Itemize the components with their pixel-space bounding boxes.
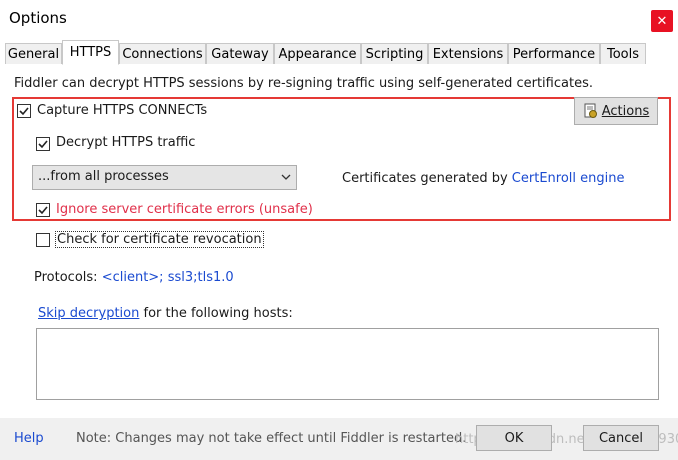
ok-label: OK	[504, 430, 524, 446]
decrypt-checkbox[interactable]	[36, 137, 50, 151]
checkmark-icon	[38, 140, 48, 149]
ignore-errors-label: Ignore server certificate errors (unsafe…	[56, 202, 313, 217]
tab-tools[interactable]: Tools	[600, 43, 646, 64]
tab-connections[interactable]: Connections	[119, 43, 206, 64]
revocation-checkbox[interactable]	[36, 233, 50, 247]
cert-generator-text: Certificates generated by CertEnroll eng…	[342, 171, 624, 186]
tab-scripting[interactable]: Scripting	[361, 43, 428, 64]
revocation-label: Check for certificate revocation	[55, 231, 264, 248]
skip-hosts-textarea[interactable]	[36, 328, 659, 400]
close-icon: ✕	[656, 13, 668, 29]
capture-label: Capture HTTPS CONNECTs	[37, 103, 208, 118]
process-filter-value: ...from all processes	[38, 169, 169, 184]
actions-button[interactable]: Actions	[574, 97, 658, 125]
cancel-label: Cancel	[598, 430, 644, 446]
ok-button[interactable]: OK	[476, 425, 552, 451]
certificate-gear-icon	[584, 103, 597, 118]
chevron-down-icon	[281, 174, 291, 180]
cert-engine-link[interactable]: CertEnroll engine	[512, 171, 625, 186]
skip-decryption-link[interactable]: Skip decryption	[38, 306, 139, 321]
protocols-row: Protocols: <client>; ssl3;tls1.0	[34, 270, 234, 285]
skip-decryption-row: Skip decryption for the following hosts:	[38, 306, 293, 321]
help-link[interactable]: Help	[14, 431, 44, 446]
tab-https[interactable]: HTTPS	[62, 40, 119, 65]
tab-appearance[interactable]: Appearance	[274, 43, 361, 64]
decrypt-label: Decrypt HTTPS traffic	[56, 135, 196, 150]
intro-text: Fiddler can decrypt HTTPS sessions by re…	[14, 76, 593, 91]
actions-label: Actions	[601, 103, 650, 119]
window-title: Options	[9, 9, 67, 27]
tab-gateway[interactable]: Gateway	[206, 43, 274, 64]
skip-decryption-suffix: for the following hosts:	[139, 306, 293, 321]
title-bar	[0, 0, 678, 38]
tab-general[interactable]: General	[5, 43, 62, 64]
restart-note: Note: Changes may not take effect until …	[76, 431, 467, 446]
cancel-button[interactable]: Cancel	[583, 425, 659, 451]
tab-extensions[interactable]: Extensions	[428, 43, 508, 64]
close-button[interactable]: ✕	[651, 10, 673, 32]
capture-checkbox[interactable]	[17, 104, 31, 118]
protocols-label: Protocols:	[34, 270, 102, 285]
cert-generator-prefix: Certificates generated by	[342, 171, 512, 186]
ignore-errors-checkbox[interactable]	[36, 203, 50, 217]
checkmark-icon	[38, 206, 48, 215]
protocols-link[interactable]: <client>; ssl3;tls1.0	[102, 270, 234, 285]
checkmark-icon	[19, 107, 29, 116]
tab-performance[interactable]: Performance	[508, 43, 600, 64]
